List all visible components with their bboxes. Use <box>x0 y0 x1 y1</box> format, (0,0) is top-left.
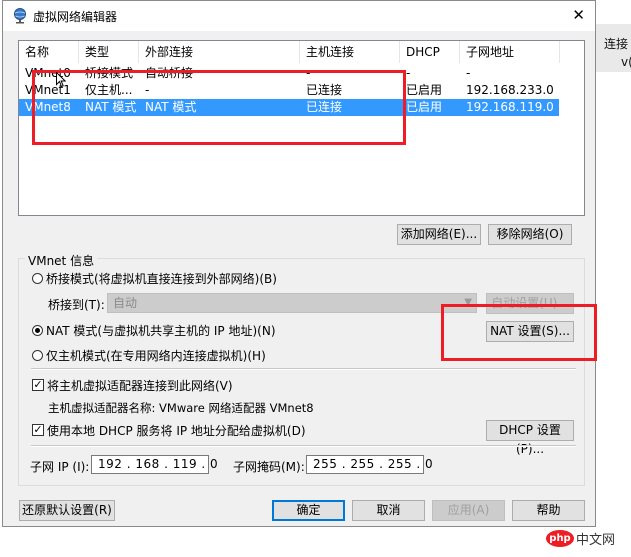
vmnet-info-title: VMnet 信息 <box>25 252 98 269</box>
cell-subnet: 192.168.119.0 <box>466 100 554 114</box>
checkbox-dhcp-label[interactable]: 使用本地 DHCP 服务将 IP 地址分配给虚拟机(D) <box>47 422 306 439</box>
divider <box>31 445 576 447</box>
radio-host-only-label[interactable]: 仅主机模式(在专用网络内连接虚拟机)(H) <box>46 347 266 364</box>
subnet-ip-input[interactable]: 192 . 168 . 119 . 0 <box>91 455 218 474</box>
red-highlight-nat-settings <box>441 304 597 361</box>
red-highlight-rows <box>32 70 406 145</box>
php-watermark: php 中文网 <box>538 527 628 557</box>
cell-dhcp: 已启用 <box>406 83 443 97</box>
column-header-subnet[interactable]: 子网地址 <box>460 41 560 63</box>
window-title: 虚拟网络编辑器 <box>33 10 118 24</box>
subnet-mask-label: 子网掩码(M): <box>233 460 305 474</box>
network-list-header: 名称 类型 外部连接 主机连接 DHCP 子网地址 <box>19 41 584 63</box>
checkbox-connect-adapter-label[interactable]: 将主机虚拟适配器连接到此网络(V) <box>47 377 233 394</box>
ok-button[interactable]: 确定 <box>272 500 345 521</box>
title-bar[interactable]: 虚拟网络编辑器 ✕ <box>3 1 595 31</box>
php-logo-icon: php <box>546 530 574 547</box>
restore-defaults-button[interactable]: 还原默认设置(R) <box>19 500 115 521</box>
close-button[interactable]: ✕ <box>572 7 585 23</box>
column-header-name[interactable]: 名称 <box>19 41 79 63</box>
adapter-name-label: 主机虚拟适配器名称: VMware 网络适配器 VMnet8 <box>48 401 314 415</box>
radio-nat-label[interactable]: NAT 模式(与虚拟机共享主机的 IP 地址)(N) <box>46 322 276 339</box>
cancel-button[interactable]: 取消 <box>352 500 425 521</box>
bridged-to-select[interactable]: 自动 ▼ <box>107 293 477 313</box>
divider <box>31 368 576 370</box>
radio-host-only[interactable] <box>32 350 43 361</box>
remove-network-button[interactable]: 移除网络(O) <box>488 224 572 245</box>
cell-subnet: 192.168.233.0 <box>466 83 554 97</box>
checkbox-dhcp[interactable]: ✓ <box>32 424 44 436</box>
add-network-button[interactable]: 添加网络(E)... <box>397 224 481 245</box>
radio-nat[interactable] <box>32 325 43 336</box>
radio-bridged-label[interactable]: 桥接模式(将虚拟机直接连接到外部网络)(B) <box>46 270 277 287</box>
background-window-right: 连接 v( <box>596 0 631 557</box>
checkbox-connect-adapter[interactable]: ✓ <box>32 379 44 391</box>
dhcp-settings-button[interactable]: DHCP 设置(P)... <box>486 420 574 456</box>
cell-dhcp: - <box>406 66 411 80</box>
radio-bridged[interactable] <box>32 273 43 284</box>
cell-dhcp: 已启用 <box>406 100 443 114</box>
bridged-to-value: 自动 <box>113 296 138 310</box>
mouse-pointer-icon <box>56 72 66 88</box>
network-globe-icon <box>14 8 26 24</box>
column-header-type[interactable]: 类型 <box>79 41 139 63</box>
background-text: v( <box>621 55 631 69</box>
cell-subnet: - <box>466 66 471 80</box>
background-text: 连接 <box>604 37 629 51</box>
apply-button[interactable]: 应用(A) <box>432 500 505 521</box>
watermark-text: 中文网 <box>576 533 616 548</box>
bridged-to-label: 桥接到(T): <box>48 298 105 312</box>
column-header-external[interactable]: 外部连接 <box>139 41 300 63</box>
column-header-host[interactable]: 主机连接 <box>300 41 400 63</box>
help-button[interactable]: 帮助 <box>512 500 585 521</box>
subnet-ip-label: 子网 IP (I): <box>30 460 90 474</box>
subnet-mask-input[interactable]: 255 . 255 . 255 . 0 <box>306 455 433 474</box>
column-header-dhcp[interactable]: DHCP <box>400 41 460 63</box>
